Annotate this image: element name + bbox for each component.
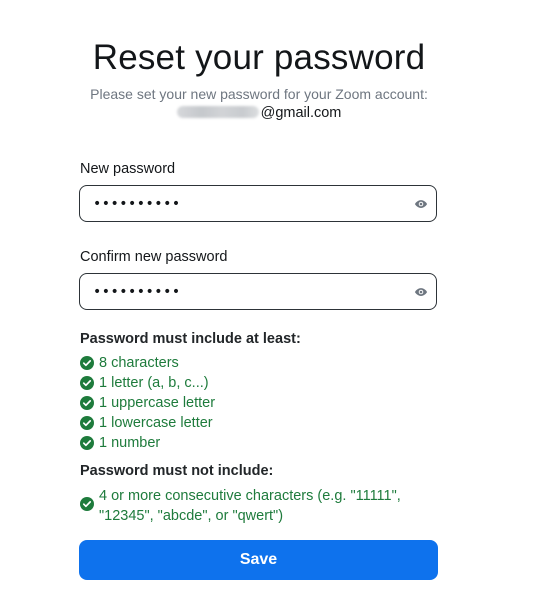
new-password-field[interactable]: •••••••••• bbox=[79, 185, 437, 222]
email-redacted-blur bbox=[176, 106, 259, 118]
save-button[interactable]: Save bbox=[79, 540, 438, 580]
check-circle-icon bbox=[80, 416, 94, 430]
requirement-text: 4 or more consecutive characters (e.g. "… bbox=[99, 488, 401, 524]
account-email: @gmail.com bbox=[0, 103, 518, 123]
confirm-password-field[interactable]: •••••••••• bbox=[79, 273, 437, 310]
confirm-password-value[interactable]: •••••••••• bbox=[93, 283, 181, 301]
requirement-text: 1 number bbox=[99, 435, 161, 451]
eye-icon[interactable] bbox=[414, 197, 428, 211]
check-circle-icon bbox=[80, 436, 94, 450]
check-circle-icon bbox=[80, 356, 94, 370]
check-circle-icon bbox=[80, 497, 94, 511]
page-subtitle: Please set your new password for your Zo… bbox=[90, 86, 428, 102]
check-circle-icon bbox=[80, 396, 94, 410]
must-include-heading: Password must include at least: bbox=[80, 331, 301, 347]
must-not-include-heading: Password must not include: bbox=[80, 463, 274, 479]
requirement-text: 8 characters bbox=[99, 355, 179, 371]
check-circle-icon bbox=[80, 376, 94, 390]
page-title: Reset your password bbox=[92, 38, 426, 77]
requirement-text: 1 uppercase letter bbox=[99, 395, 216, 411]
new-password-label: New password bbox=[80, 161, 176, 177]
email-domain: @gmail.com bbox=[260, 105, 342, 121]
eye-icon[interactable] bbox=[414, 285, 428, 299]
confirm-password-label: Confirm new password bbox=[80, 249, 228, 265]
new-password-value[interactable]: •••••••••• bbox=[93, 195, 181, 213]
requirement-text: 1 letter (a, b, c...) bbox=[99, 375, 209, 391]
requirement-text: 1 lowercase letter bbox=[99, 415, 213, 431]
